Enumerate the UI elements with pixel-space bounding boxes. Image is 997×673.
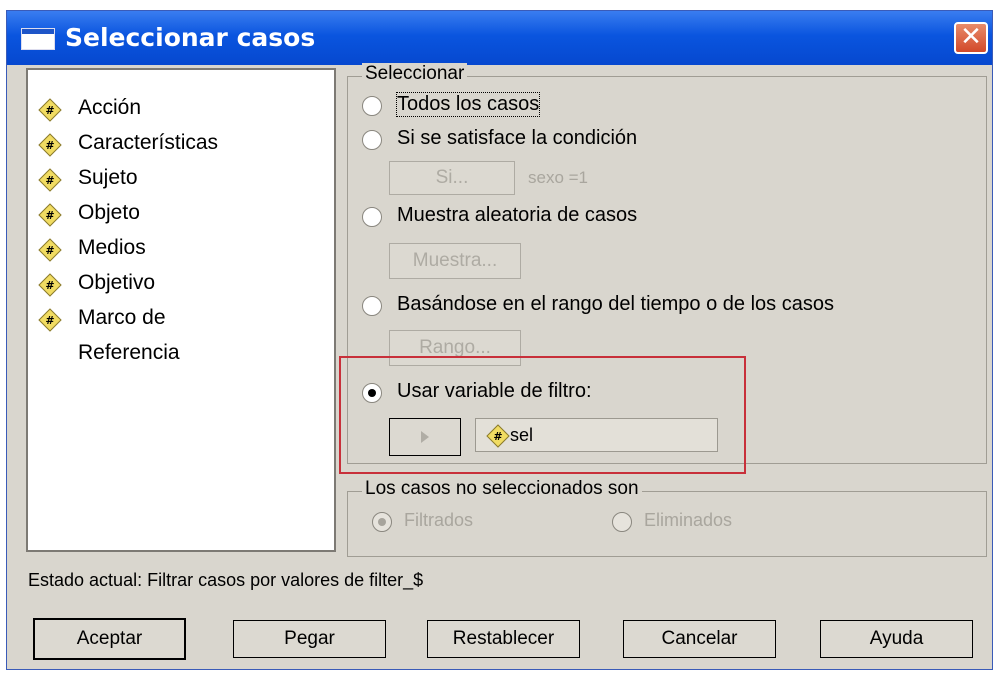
unselected-legend: Los casos no seleccionados son: [362, 478, 642, 500]
all-cases-label[interactable]: Todos los casos: [395, 92, 541, 117]
numeric-variable-icon: #: [38, 273, 62, 297]
variable-label: Objeto: [78, 201, 140, 224]
window-title: Seleccionar casos: [65, 23, 316, 52]
variable-label: Objetivo: [78, 271, 156, 294]
select-legend: Seleccionar: [362, 63, 468, 85]
range-radio[interactable]: [362, 296, 382, 316]
filtered-radio[interactable]: [372, 512, 392, 532]
title-bar[interactable]: Seleccionar casos ✕: [7, 11, 992, 65]
variable-label: Referencia: [78, 341, 180, 364]
variable-label: Características: [78, 131, 219, 154]
close-button[interactable]: ✕: [954, 22, 988, 54]
svg-text:#: #: [45, 174, 54, 187]
condition-expression: sexo =1: [528, 168, 589, 187]
numeric-variable-icon: #: [38, 238, 62, 262]
variable-label: Marco de: [78, 306, 166, 329]
sample-button[interactable]: Muestra...: [389, 243, 521, 279]
svg-text:#: #: [45, 244, 54, 257]
all-cases-radio[interactable]: [362, 96, 382, 116]
window-icon: [21, 28, 55, 50]
deleted-radio[interactable]: [612, 512, 632, 532]
numeric-variable-icon: #: [38, 98, 62, 122]
status-text: Estado actual: Filtrar casos por valores…: [28, 570, 424, 590]
condition-label[interactable]: Si se satisface la condición: [397, 127, 637, 150]
numeric-variable-icon: #: [38, 308, 62, 332]
random-sample-radio[interactable]: [362, 207, 382, 227]
close-icon: ✕: [960, 22, 982, 52]
highlight-box: [339, 356, 746, 474]
svg-text:#: #: [45, 279, 54, 292]
numeric-variable-icon: #: [38, 168, 62, 192]
deleted-label[interactable]: Eliminados: [644, 510, 732, 531]
range-label[interactable]: Basándose en el rango del tiempo o de lo…: [397, 293, 834, 316]
variable-label: Acción: [78, 96, 142, 119]
svg-text:#: #: [45, 314, 54, 327]
if-button[interactable]: Si...: [389, 161, 515, 195]
variable-label: Medios: [78, 236, 146, 259]
variable-list[interactable]: # Acción # Características # Sujeto # Ob…: [26, 68, 336, 552]
numeric-variable-icon: #: [38, 203, 62, 227]
reset-button[interactable]: Restablecer: [427, 620, 580, 658]
numeric-variable-icon: #: [38, 133, 62, 157]
accept-button[interactable]: Aceptar: [33, 618, 186, 660]
svg-text:#: #: [45, 139, 54, 152]
paste-button[interactable]: Pegar: [233, 620, 386, 658]
cancel-button[interactable]: Cancelar: [623, 620, 776, 658]
variable-label: Sujeto: [78, 166, 138, 189]
condition-radio[interactable]: [362, 130, 382, 150]
filtered-label[interactable]: Filtrados: [404, 510, 473, 531]
help-button[interactable]: Ayuda: [820, 620, 973, 658]
random-sample-label[interactable]: Muestra aleatoria de casos: [397, 204, 637, 227]
svg-text:#: #: [45, 104, 54, 117]
svg-text:#: #: [45, 209, 54, 222]
